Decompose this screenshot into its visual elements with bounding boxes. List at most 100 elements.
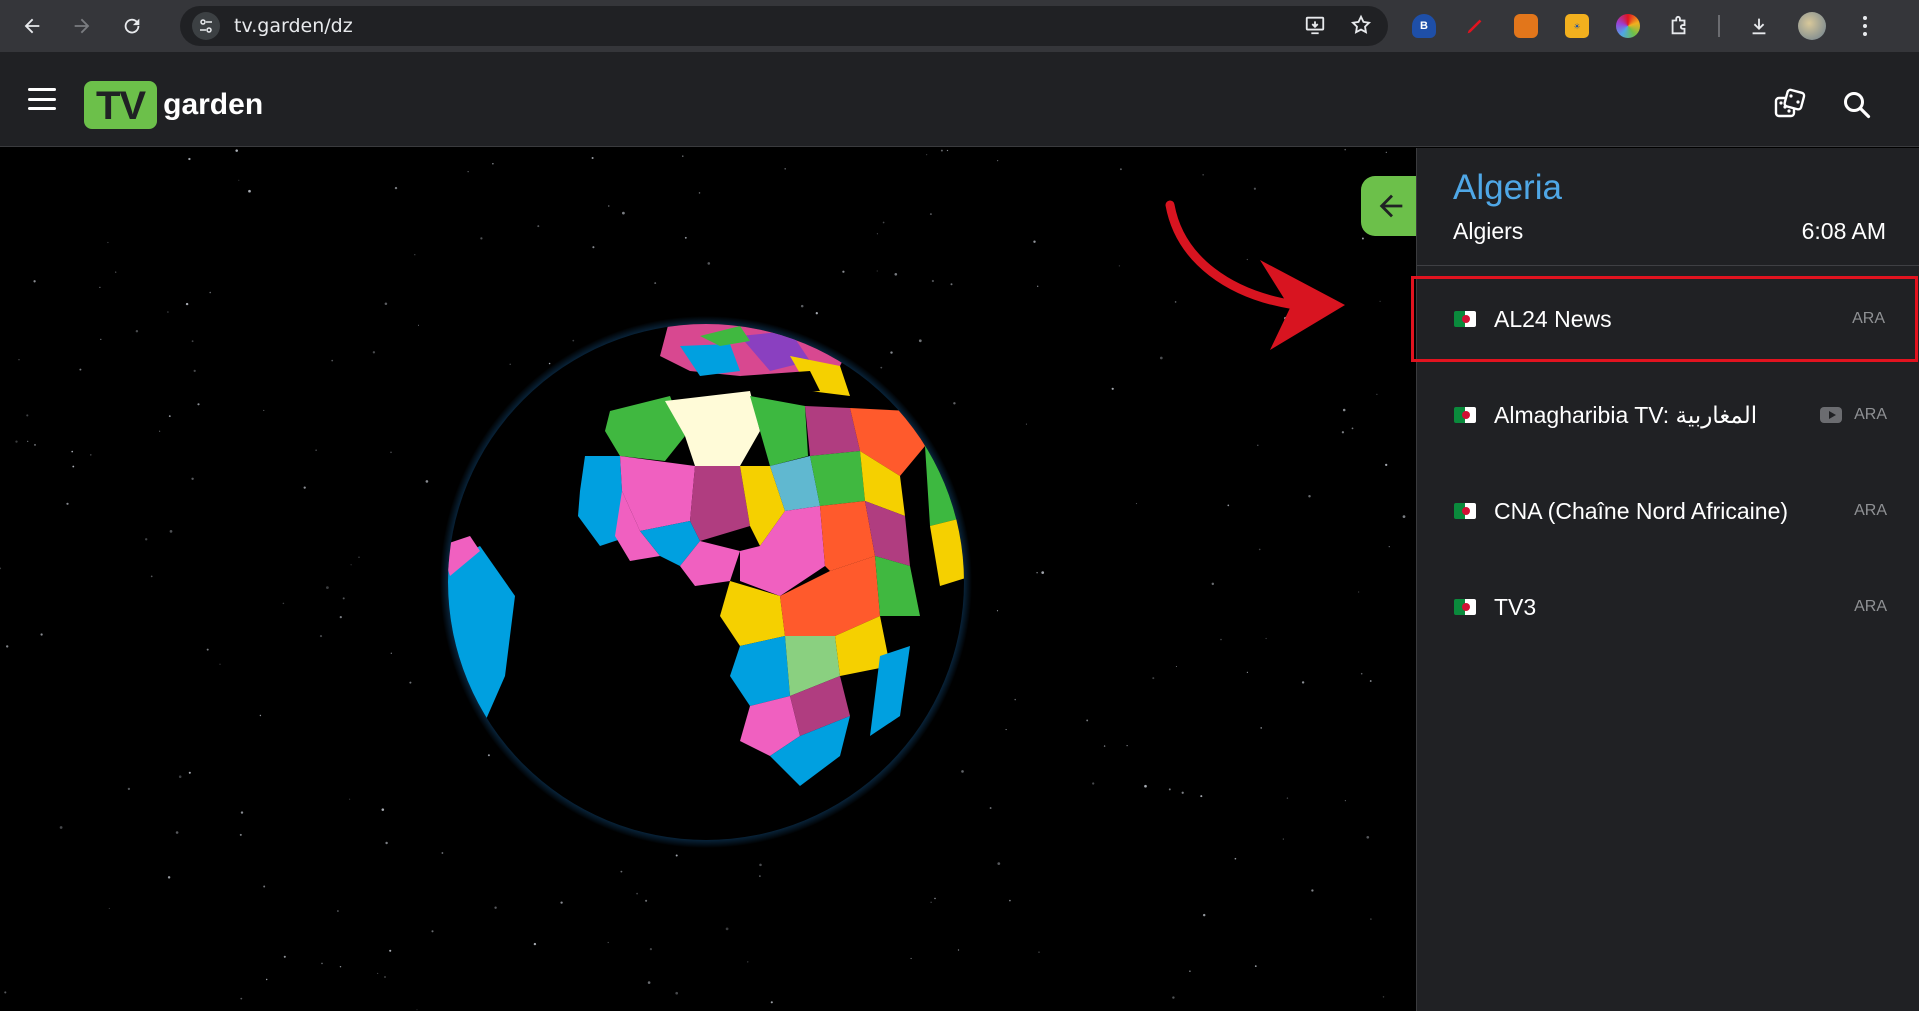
star: [240, 997, 243, 1000]
star: [759, 863, 762, 867]
star: [71, 450, 74, 453]
star: [1189, 970, 1191, 973]
star: [188, 771, 191, 774]
star: [377, 972, 379, 974]
star: [930, 901, 932, 903]
channel-item[interactable]: TV3 ARA: [1417, 564, 1919, 650]
install-app-icon[interactable]: [1304, 14, 1326, 36]
star: [431, 930, 434, 933]
star: [929, 213, 932, 216]
dice-icon[interactable]: [1773, 88, 1807, 122]
star: [350, 564, 352, 566]
hamburger-icon[interactable]: [28, 88, 56, 110]
star: [996, 610, 999, 612]
star: [390, 652, 392, 654]
star: [248, 189, 251, 193]
star: [1014, 698, 1016, 701]
star: [1211, 582, 1215, 586]
star: [1366, 835, 1370, 839]
star: [319, 635, 323, 638]
star: [1038, 951, 1040, 953]
star: [349, 798, 351, 800]
star: [240, 811, 244, 814]
star: [303, 486, 306, 489]
star: [1220, 638, 1222, 641]
star: [178, 775, 182, 778]
star: [1311, 889, 1314, 892]
channel-item[interactable]: AL24 News ARA: [1411, 276, 1918, 362]
star: [592, 246, 595, 249]
channel-item[interactable]: CNA (Chaîne Nord Africaine) ARA: [1417, 468, 1919, 554]
star: [441, 852, 444, 854]
browser-menu-icon[interactable]: [1853, 14, 1877, 38]
star: [1005, 729, 1007, 731]
toolbar-divider: [1718, 15, 1720, 37]
address-bar[interactable]: tv.garden/dz: [180, 6, 1388, 46]
star: [33, 443, 37, 446]
bitwarden-extension-icon[interactable]: B: [1412, 14, 1436, 38]
color-picker-extension-icon[interactable]: [1616, 14, 1640, 38]
arrow-right-icon: [74, 18, 90, 34]
algeria-flag-icon: [1454, 503, 1476, 519]
star: [263, 885, 266, 888]
star: [1402, 515, 1406, 518]
star: [358, 556, 360, 558]
star: [394, 186, 398, 190]
star: [127, 787, 131, 791]
star: [1358, 591, 1360, 593]
star: [90, 454, 92, 456]
star: [934, 897, 936, 900]
star: [1037, 285, 1039, 287]
forward-button[interactable]: [64, 8, 100, 44]
star: [1033, 240, 1036, 243]
star: [259, 714, 262, 717]
download-icon[interactable]: [1747, 14, 1771, 38]
star: [759, 875, 761, 877]
star: [135, 329, 139, 333]
star: [239, 833, 242, 836]
channel-item[interactable]: Almagharibia TV: المغاربية ARA: [1417, 372, 1919, 458]
star: [342, 597, 345, 600]
logo-tv: TV: [84, 81, 158, 129]
metamask-fox-icon[interactable]: [1514, 14, 1538, 38]
star: [1341, 431, 1345, 434]
algeria-flag-icon: [1454, 407, 1476, 423]
star: [107, 241, 109, 244]
star: [219, 663, 221, 665]
star: [79, 368, 82, 371]
profile-avatar[interactable]: [1798, 12, 1826, 40]
arrow-left-icon: [24, 18, 40, 34]
site-settings-icon[interactable]: [192, 12, 220, 40]
star: [168, 415, 171, 417]
star: [1253, 187, 1256, 190]
bookmark-star-icon[interactable]: [1350, 14, 1372, 36]
star: [409, 681, 412, 684]
star: [1086, 719, 1089, 722]
star: [191, 340, 194, 343]
weather-extension-icon[interactable]: ☀: [1565, 14, 1589, 38]
pen-extension-icon[interactable]: [1463, 14, 1487, 38]
star: [636, 892, 638, 895]
search-icon[interactable]: [1842, 90, 1872, 120]
star: [265, 978, 268, 981]
collapse-panel-button[interactable]: [1361, 176, 1421, 236]
local-time: 6:08 AM: [1801, 218, 1886, 244]
star: [842, 270, 845, 273]
star: [1152, 677, 1155, 680]
back-button[interactable]: [14, 8, 50, 44]
star: [645, 899, 648, 902]
star: [1172, 996, 1175, 999]
star: [747, 961, 749, 963]
reload-button[interactable]: [114, 8, 150, 44]
star: [1119, 168, 1122, 171]
star: [1370, 918, 1372, 920]
star: [188, 157, 191, 161]
star: [467, 171, 469, 173]
extensions-puzzle-icon[interactable]: [1667, 14, 1691, 38]
url-text[interactable]: tv.garden/dz: [234, 15, 353, 37]
star: [1126, 745, 1128, 747]
reload-icon: [124, 18, 140, 34]
star: [533, 942, 537, 946]
tv-garden-logo[interactable]: TV garden: [84, 81, 263, 129]
globe[interactable]: [440, 316, 972, 848]
